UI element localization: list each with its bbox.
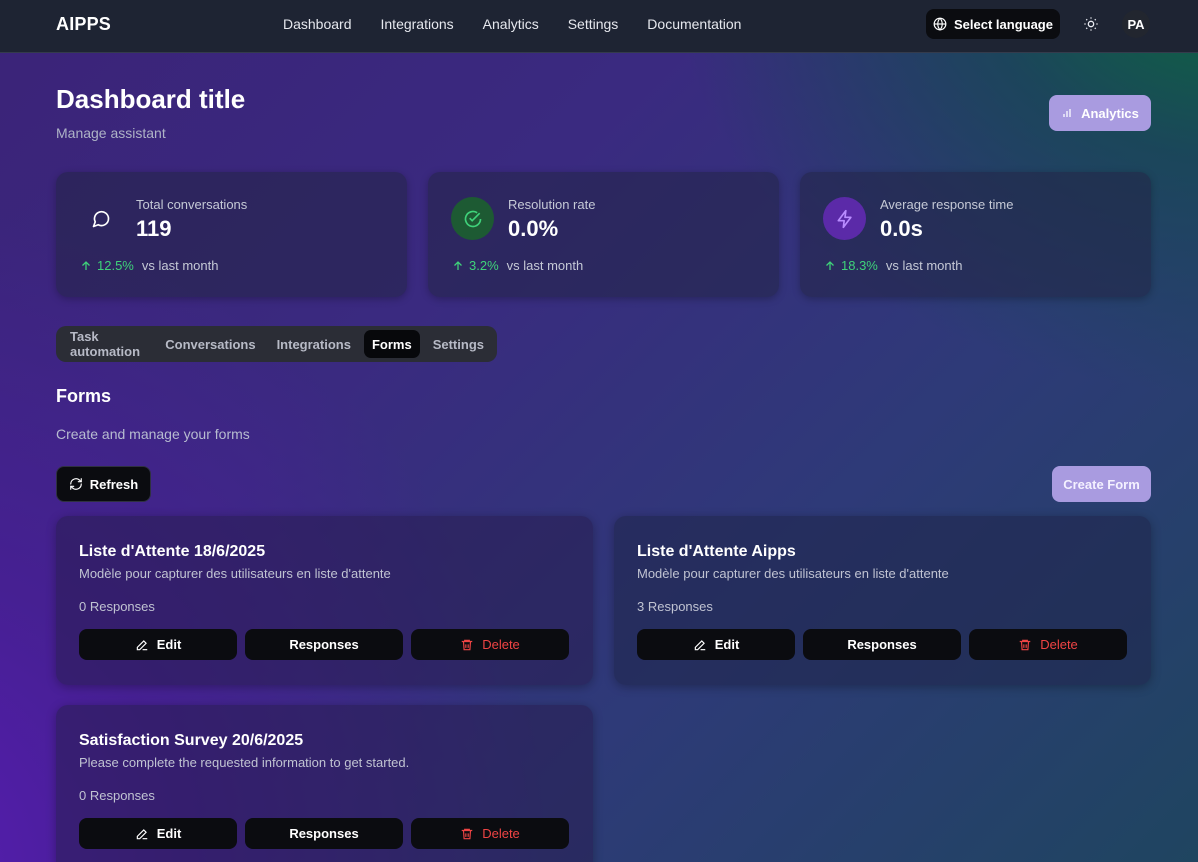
edit-button-label: Edit bbox=[156, 637, 182, 652]
theme-toggle-sun-icon[interactable] bbox=[1081, 14, 1101, 34]
responses-button[interactable]: Responses bbox=[245, 629, 403, 660]
form-title: Satisfaction Survey 20/6/2025 bbox=[79, 732, 304, 749]
form-response-count: 0 Responses bbox=[79, 599, 155, 614]
tab-task-automation[interactable]: Task automation bbox=[62, 329, 152, 359]
stat-value: 0.0% bbox=[508, 216, 559, 241]
responses-button[interactable]: Responses bbox=[803, 629, 961, 660]
tab-settings[interactable]: Settings bbox=[425, 330, 492, 358]
language-select-button[interactable]: Select language bbox=[926, 9, 1060, 39]
user-avatar[interactable]: PA bbox=[1122, 10, 1150, 38]
trash-icon bbox=[1018, 638, 1032, 652]
form-response-count: 3 Responses bbox=[637, 599, 713, 614]
stat-trend-compare: vs last month bbox=[506, 258, 584, 273]
language-select-label: Select language bbox=[954, 16, 1053, 32]
page-subtitle: Manage assistant bbox=[56, 125, 166, 141]
edit-button[interactable]: Edit bbox=[79, 629, 237, 660]
tab-integrations[interactable]: Integrations bbox=[269, 330, 359, 358]
edit-button[interactable]: Edit bbox=[637, 629, 795, 660]
dashboard-tabs: Task automation Conversations Integratio… bbox=[56, 326, 497, 362]
form-description: Please complete the requested informatio… bbox=[79, 755, 410, 770]
stat-trend-value: 18.3% bbox=[841, 258, 878, 273]
pencil-icon bbox=[693, 638, 707, 652]
stat-trend: 18.3% vs last month bbox=[824, 258, 962, 273]
delete-button[interactable]: Delete bbox=[411, 629, 569, 660]
section-title: Forms bbox=[56, 386, 112, 406]
stat-trend-compare: vs last month bbox=[141, 258, 219, 273]
delete-button-label: Delete bbox=[482, 637, 520, 652]
tab-forms[interactable]: Forms bbox=[363, 330, 420, 358]
lightning-icon bbox=[823, 197, 866, 240]
brand-logo[interactable]: AIPPS bbox=[56, 14, 111, 35]
arrow-up-icon bbox=[452, 260, 464, 272]
nav-documentation[interactable]: Documentation bbox=[647, 16, 741, 32]
tab-conversations[interactable]: Conversations bbox=[157, 330, 263, 358]
stat-trend: 3.2% vs last month bbox=[452, 258, 583, 273]
delete-button[interactable]: Delete bbox=[969, 629, 1127, 660]
nav-settings[interactable]: Settings bbox=[568, 16, 619, 32]
delete-button-label: Delete bbox=[482, 826, 520, 841]
edit-button[interactable]: Edit bbox=[79, 818, 237, 849]
arrow-up-icon bbox=[80, 260, 92, 272]
pencil-icon bbox=[135, 638, 149, 652]
stat-trend-value: 12.5% bbox=[97, 258, 134, 273]
stat-card-total-conversations: Total conversations 119 12.5% vs last mo… bbox=[56, 172, 407, 297]
page-title: Dashboard title bbox=[56, 84, 246, 114]
form-response-count: 0 Responses bbox=[79, 788, 155, 803]
stat-card-average-response-time: Average response time 0.0s 18.3% vs last… bbox=[800, 172, 1151, 297]
form-title: Liste d'Attente 18/6/2025 bbox=[79, 543, 266, 560]
stat-card-resolution-rate: Resolution rate 0.0% 3.2% vs last month bbox=[428, 172, 779, 297]
refresh-button-label: Refresh bbox=[89, 476, 139, 492]
refresh-button[interactable]: Refresh bbox=[56, 466, 151, 502]
stat-label: Average response time bbox=[880, 197, 1014, 212]
stat-label: Resolution rate bbox=[508, 197, 596, 212]
main-nav: Dashboard Integrations Analytics Setting… bbox=[283, 16, 741, 32]
stat-value: 119 bbox=[136, 216, 172, 241]
edit-button-label: Edit bbox=[156, 826, 182, 841]
top-navbar: AIPPS Dashboard Integrations Analytics S… bbox=[0, 0, 1198, 53]
nav-analytics[interactable]: Analytics bbox=[483, 16, 539, 32]
nav-dashboard[interactable]: Dashboard bbox=[283, 16, 352, 32]
check-circle-icon bbox=[451, 197, 494, 240]
stat-trend: 12.5% vs last month bbox=[80, 258, 218, 273]
form-card: Liste d'Attente 18/6/2025 Modèle pour ca… bbox=[56, 516, 593, 685]
arrow-up-icon bbox=[824, 260, 836, 272]
trash-icon bbox=[460, 638, 474, 652]
form-description: Modèle pour capturer des utilisateurs en… bbox=[637, 566, 949, 581]
stat-label: Total conversations bbox=[136, 197, 248, 212]
analytics-button[interactable]: Analytics bbox=[1049, 95, 1151, 131]
delete-button-label: Delete bbox=[1040, 637, 1078, 652]
responses-button[interactable]: Responses bbox=[245, 818, 403, 849]
form-title: Liste d'Attente Aipps bbox=[637, 543, 796, 560]
create-form-button[interactable]: Create Form bbox=[1052, 466, 1151, 502]
stat-trend-compare: vs last month bbox=[885, 258, 963, 273]
delete-button[interactable]: Delete bbox=[411, 818, 569, 849]
edit-button-label: Edit bbox=[714, 637, 740, 652]
pencil-icon bbox=[135, 827, 149, 841]
form-card: Liste d'Attente Aipps Modèle pour captur… bbox=[614, 516, 1151, 685]
refresh-icon bbox=[69, 477, 83, 491]
trash-icon bbox=[460, 827, 474, 841]
chat-bubble-icon bbox=[79, 197, 122, 240]
globe-icon bbox=[933, 17, 947, 31]
form-card: Satisfaction Survey 20/6/2025 Please com… bbox=[56, 705, 593, 862]
stat-trend-value: 3.2% bbox=[469, 258, 499, 273]
bar-chart-icon bbox=[1061, 107, 1073, 119]
section-subtitle: Create and manage your forms bbox=[56, 426, 250, 442]
nav-integrations[interactable]: Integrations bbox=[381, 16, 454, 32]
form-description: Modèle pour capturer des utilisateurs en… bbox=[79, 566, 391, 581]
stat-value: 0.0s bbox=[880, 216, 923, 241]
analytics-button-label: Analytics bbox=[1081, 105, 1139, 121]
